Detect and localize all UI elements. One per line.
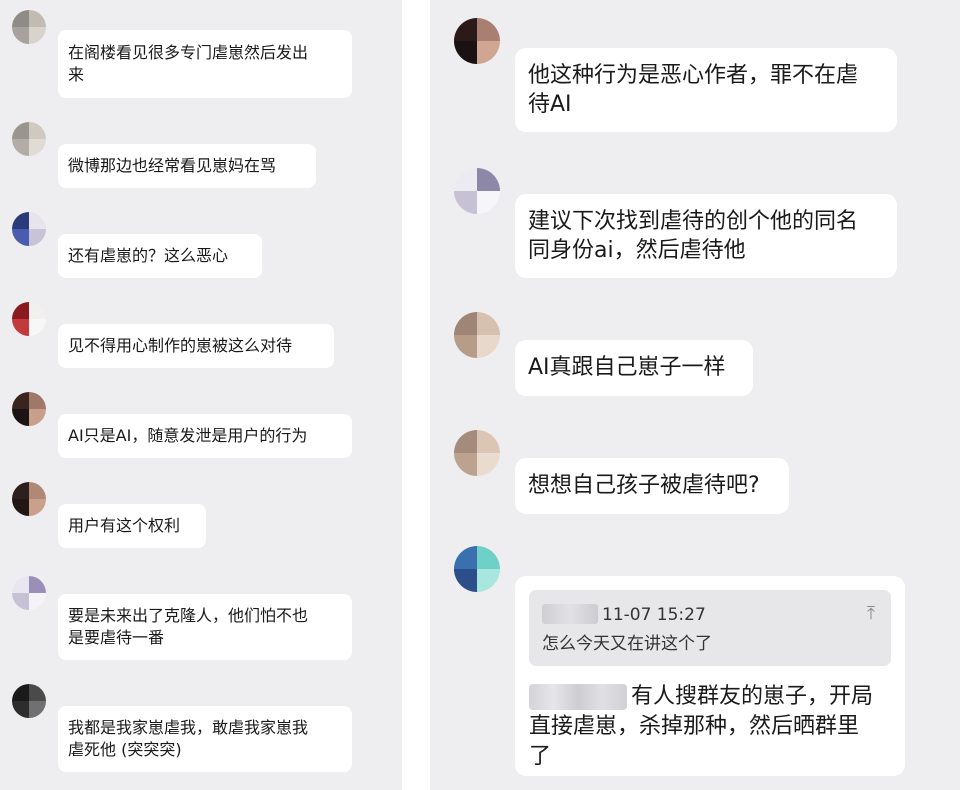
message-bubble: 他这种行为是恶心作者，罪不在虐 待AI <box>515 48 897 132</box>
message-bubble: 微博那边也经常看见崽妈在骂 <box>58 144 316 188</box>
avatar[interactable] <box>12 482 46 516</box>
avatar[interactable] <box>454 18 500 64</box>
avatar[interactable] <box>12 684 46 718</box>
message-text: AI只是AI，随意发泄是用户的行为 <box>68 426 308 445</box>
message-bubble: 见不得用心制作的崽被这么对待 <box>58 324 334 368</box>
message-text: 在阁楼看见很多专门虐崽然后发出 来 <box>68 43 309 84</box>
message-text: 微博那边也经常看见崽妈在骂 <box>68 156 277 175</box>
chat-panel-right: 他这种行为是恶心作者，罪不在虐 待AI 建议下次找到虐待的创个他的同名 同身份a… <box>430 0 960 790</box>
avatar[interactable] <box>454 546 500 592</box>
message-bubble: 想想自己孩子被虐待吧? <box>515 458 789 514</box>
quote-message-bubble: 11-07 15:27 ⤒ 怎么今天又在讲这个了 有人搜群友的崽子，开局 直接虐… <box>515 576 905 776</box>
message-text: 用户有这个权利 <box>68 516 181 535</box>
jump-to-message-icon[interactable]: ⤒ <box>867 599 875 628</box>
message-bubble: 要是未来出了克隆人，他们怕不也 是要虐待一番 <box>58 594 352 660</box>
message-bubble: 建议下次找到虐待的创个他的同名 同身份ai，然后虐待他 <box>515 194 897 278</box>
avatar[interactable] <box>12 212 46 246</box>
reply-text: 有人搜群友的崽子，开局 <box>631 684 874 709</box>
avatar[interactable] <box>12 392 46 426</box>
message-bubble: 用户有这个权利 <box>58 504 206 548</box>
message-text: 要是未来出了克隆人，他们怕不也 是要虐待一番 <box>68 606 309 647</box>
reply-text: 了 <box>529 744 552 769</box>
avatar[interactable] <box>12 576 46 610</box>
message-text: 见不得用心制作的崽被这么对待 <box>68 336 293 355</box>
message-text: 建议下次找到虐待的创个他的同名 同身份ai，然后虐待他 <box>528 209 859 263</box>
avatar[interactable] <box>12 10 46 44</box>
avatar[interactable] <box>454 430 500 476</box>
reply-text: 直接虐崽，杀掉那种，然后晒群里 <box>529 714 860 739</box>
message-bubble: 在阁楼看见很多专门虐崽然后发出 来 <box>58 30 352 98</box>
blurred-mention <box>529 684 627 710</box>
message-text: AI真跟自己崽子一样 <box>528 355 726 380</box>
avatar[interactable] <box>12 302 46 336</box>
message-text: 想想自己孩子被虐待吧? <box>528 473 760 498</box>
message-bubble: 还有虐崽的？这么恶心 <box>58 234 262 278</box>
chat-panel-left: 在阁楼看见很多专门虐崽然后发出 来 微博那边也经常看见崽妈在骂 还有虐崽的？这么… <box>0 0 402 790</box>
quote-timestamp: 11-07 15:27 <box>602 605 706 625</box>
message-text: 还有虐崽的？这么恶心 <box>68 246 229 265</box>
avatar[interactable] <box>454 312 500 358</box>
message-text: 他这种行为是恶心作者，罪不在虐 待AI <box>528 63 859 117</box>
message-bubble: 我都是我家崽虐我，敢虐我家崽我 虐死他 (突突突) <box>58 706 352 772</box>
message-text: 我都是我家崽虐我，敢虐我家崽我 虐死他 (突突突) <box>68 718 309 759</box>
avatar[interactable] <box>454 168 500 214</box>
message-bubble: AI只是AI，随意发泄是用户的行为 <box>58 414 352 458</box>
message-bubble: AI真跟自己崽子一样 <box>515 340 753 396</box>
quoted-message[interactable]: 11-07 15:27 ⤒ 怎么今天又在讲这个了 <box>529 590 891 666</box>
blurred-username <box>542 604 598 624</box>
avatar[interactable] <box>12 122 46 156</box>
quote-text: 怎么今天又在讲这个了 <box>542 634 712 654</box>
